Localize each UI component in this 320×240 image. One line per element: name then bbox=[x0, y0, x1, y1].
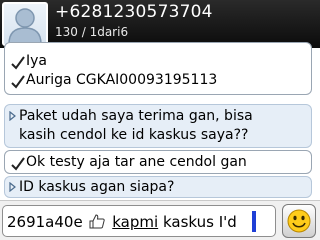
message-text: Auriga CGKAI00093195113 bbox=[26, 72, 218, 88]
text-cursor bbox=[252, 211, 256, 232]
emoticon-button[interactable] bbox=[282, 204, 316, 238]
message-text: Ok testy aja tar ane cendol gan bbox=[26, 154, 247, 170]
received-pointer-icon bbox=[9, 182, 16, 192]
message-counter: 130 / 1dari6 bbox=[55, 25, 129, 39]
person-silhouette-icon bbox=[8, 8, 42, 44]
thumbs-up-icon bbox=[89, 214, 106, 229]
input-text-part: kaskus I'd bbox=[162, 213, 237, 231]
message-input[interactable]: 2691a40e kapmi kaskus I'd bbox=[2, 205, 276, 237]
message-bubble-received[interactable]: ID kaskus agan siapa? bbox=[4, 176, 312, 198]
check-icon bbox=[11, 157, 25, 171]
message-text: kasih cendol ke id kaskus saya?? bbox=[19, 127, 249, 143]
message-input-text: 2691a40e kapmi kaskus I'd bbox=[7, 213, 237, 231]
input-text-part: 2691a40e bbox=[7, 213, 83, 231]
message-bubble-sent[interactable]: Ok testy aja tar ane cendol gan bbox=[4, 150, 312, 174]
message-text: Paket udah saya terima gan, bisa bbox=[19, 108, 253, 124]
check-icon bbox=[11, 56, 25, 70]
message-text: Iya bbox=[26, 53, 47, 69]
check-icon bbox=[11, 75, 25, 89]
contact-number: +6281230573704 bbox=[55, 2, 213, 22]
message-text: ID kaskus agan siapa? bbox=[19, 179, 175, 195]
conversation-thread[interactable]: Iya Auriga CGKAI00093195113 Paket udah s… bbox=[0, 42, 320, 200]
received-pointer-icon bbox=[9, 111, 16, 121]
message-bubble-sent[interactable]: Iya Auriga CGKAI00093195113 bbox=[4, 42, 312, 95]
input-text-underlined: kapmi bbox=[112, 213, 159, 231]
message-bubble-received[interactable]: Paket udah saya terima gan, bisa kasih c… bbox=[4, 104, 312, 148]
compose-bar: 2691a40e kapmi kaskus I'd bbox=[0, 200, 320, 240]
smiley-icon bbox=[287, 209, 311, 233]
conversation-header: +6281230573704 130 / 1dari6 bbox=[0, 0, 320, 48]
contact-avatar[interactable] bbox=[2, 2, 48, 46]
